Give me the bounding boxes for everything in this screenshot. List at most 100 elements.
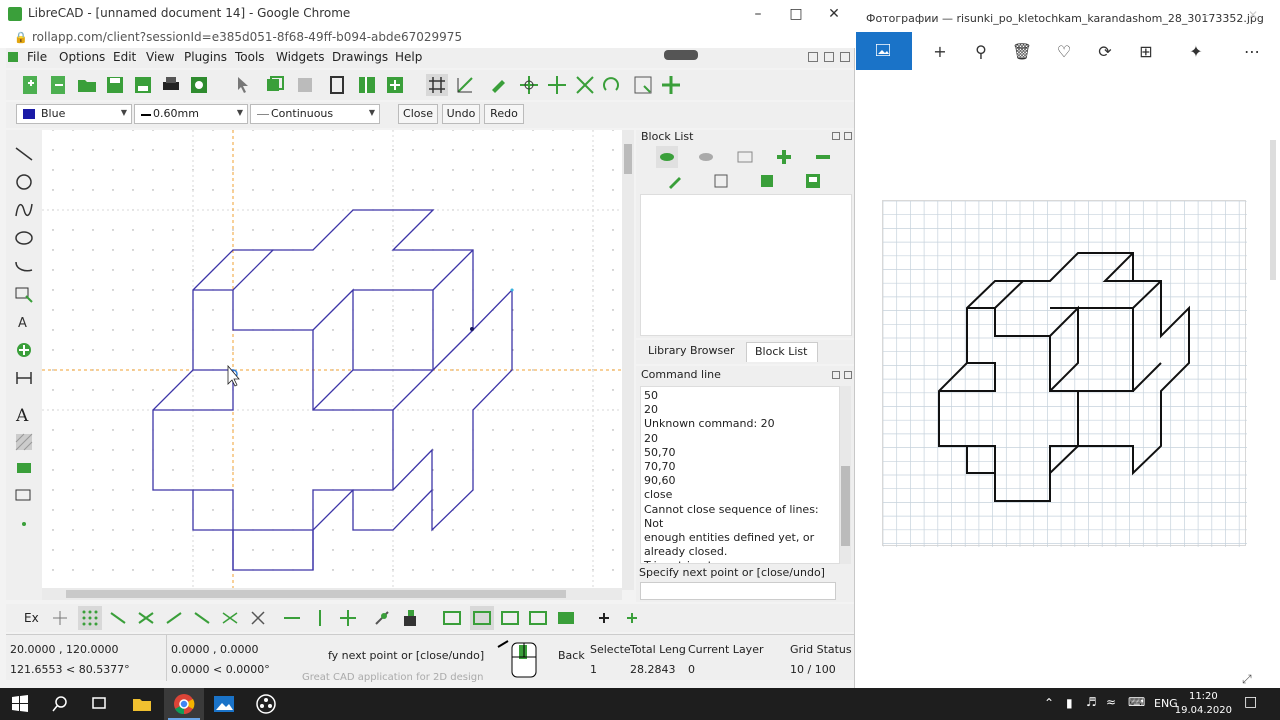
snap-entity-icon[interactable] xyxy=(136,608,156,628)
dock-float-icon[interactable] xyxy=(832,371,840,379)
view-4-icon[interactable] xyxy=(528,608,548,628)
menu-edit[interactable]: Edit xyxy=(113,50,136,64)
rollapp-handle-icon[interactable] xyxy=(664,50,698,60)
view-2-icon[interactable] xyxy=(470,606,494,630)
canvas-horizontal-scrollbar[interactable] xyxy=(42,588,622,600)
task-view-icon[interactable] xyxy=(88,692,112,716)
edit-effects-icon[interactable]: ✦ xyxy=(1184,40,1208,64)
volume-icon[interactable]: ♬ xyxy=(1086,695,1097,709)
block-edit-icon[interactable] xyxy=(384,74,406,96)
view-5-icon[interactable] xyxy=(556,608,576,628)
modify-tool-icon[interactable] xyxy=(14,340,34,360)
dock-float-icon[interactable] xyxy=(832,132,840,140)
menu-view[interactable]: View xyxy=(146,50,174,64)
obs-icon[interactable] xyxy=(254,692,278,716)
print-preview-icon[interactable] xyxy=(188,74,210,96)
battery-icon[interactable]: ▮ xyxy=(1066,696,1073,710)
save-icon[interactable] xyxy=(104,74,126,96)
grid-toggle-icon[interactable] xyxy=(426,74,448,96)
text-tool-icon[interactable]: A xyxy=(14,312,34,332)
edit-block-icon[interactable] xyxy=(664,170,686,192)
copy-icon[interactable] xyxy=(264,74,286,96)
hscroll-thumb[interactable] xyxy=(66,590,566,598)
draft-mode-icon[interactable] xyxy=(454,74,476,96)
dock-close-icon[interactable] xyxy=(844,132,852,140)
hide-block-icon[interactable] xyxy=(695,146,717,168)
more-icon[interactable]: ⋯ xyxy=(1240,40,1264,64)
line-type-select[interactable]: Continuous ▼ xyxy=(250,104,380,124)
lock-relative-zero-icon[interactable] xyxy=(400,608,420,628)
search-icon[interactable] xyxy=(48,692,72,716)
crop-icon[interactable]: ⊞ xyxy=(1134,40,1158,64)
file-explorer-icon[interactable] xyxy=(130,692,154,716)
menu-plugins[interactable]: Plugins xyxy=(184,50,227,64)
clock[interactable]: 11:20 19.04.2020 xyxy=(1175,690,1232,718)
favorite-icon[interactable]: ♡ xyxy=(1052,40,1076,64)
snap-endpoint-icon[interactable] xyxy=(108,608,128,628)
polyline-tool-icon[interactable] xyxy=(14,256,34,276)
relative-zero-icon[interactable] xyxy=(372,608,392,628)
create-block-icon[interactable] xyxy=(710,170,732,192)
image-tool-icon[interactable] xyxy=(14,458,34,478)
command-scroll-thumb[interactable] xyxy=(841,466,850,546)
undo-button[interactable]: Undo xyxy=(442,104,480,124)
select-pointer-icon[interactable] xyxy=(232,74,254,96)
menu-file[interactable]: File xyxy=(27,50,47,64)
text-a-icon[interactable]: A xyxy=(14,404,34,424)
tab-block-list[interactable]: Block List xyxy=(746,342,818,362)
url-text[interactable]: rollapp.com/client?sessionId=e385d051-8f… xyxy=(32,30,462,44)
snap-distance-icon[interactable] xyxy=(220,608,240,628)
minimize-icon[interactable]: – xyxy=(744,4,772,24)
menu-options[interactable]: Options xyxy=(59,50,105,64)
view-3-icon[interactable] xyxy=(500,608,520,628)
drawing-canvas[interactable] xyxy=(42,130,622,588)
add-view-icon[interactable] xyxy=(596,608,616,628)
snap-grid-icon[interactable] xyxy=(78,606,102,630)
circle-tool-icon[interactable] xyxy=(14,172,34,192)
show-block-icon[interactable] xyxy=(656,146,678,168)
menu-widgets[interactable]: Widgets xyxy=(276,50,325,64)
color-select[interactable]: Blue ▼ xyxy=(16,104,132,124)
add-block-icon[interactable] xyxy=(773,146,795,168)
curve-tool-icon[interactable] xyxy=(14,200,34,220)
keyboard-icon[interactable]: ⌨ xyxy=(1128,695,1145,709)
cut-icon[interactable] xyxy=(294,74,316,96)
notifications-icon[interactable]: □ xyxy=(1244,694,1257,710)
restrict-vertical-icon[interactable] xyxy=(310,608,330,628)
add-view-green-icon[interactable] xyxy=(624,608,644,628)
menu-tools[interactable]: Tools xyxy=(235,50,265,64)
point-tool-icon[interactable] xyxy=(14,514,34,534)
photos-app-icon[interactable] xyxy=(212,692,236,716)
address-bar[interactable]: 🔒 rollapp.com/client?sessionId=e385d051-… xyxy=(0,28,855,48)
block-insert-icon[interactable] xyxy=(356,74,378,96)
close-polyline-button[interactable]: Close xyxy=(398,104,438,124)
mdi-close-icon[interactable] xyxy=(840,52,850,62)
open-file-icon[interactable] xyxy=(76,74,98,96)
windows-start-icon[interactable] xyxy=(8,692,32,716)
close-icon[interactable]: ✕ xyxy=(820,4,848,24)
menu-help[interactable]: Help xyxy=(395,50,422,64)
menu-drawings[interactable]: Drawings xyxy=(332,50,388,64)
mdi-restore-icon[interactable] xyxy=(824,52,834,62)
select-tool-icon[interactable] xyxy=(14,284,34,304)
tab-library-browser[interactable]: Library Browser xyxy=(640,342,744,362)
print-icon[interactable] xyxy=(160,74,182,96)
zoom-pan-icon[interactable] xyxy=(660,74,682,96)
zoom-out-icon[interactable] xyxy=(546,74,568,96)
rotate-icon[interactable]: ⟳ xyxy=(1093,40,1117,64)
rename-block-icon[interactable] xyxy=(734,146,756,168)
restrict-horizontal-icon[interactable] xyxy=(282,608,302,628)
save-block-icon[interactable] xyxy=(756,170,778,192)
snap-intersection-icon[interactable] xyxy=(248,608,268,628)
snap-free-icon[interactable] xyxy=(50,608,70,628)
photos-minimize-icon[interactable]: – xyxy=(1204,8,1210,22)
paste-icon[interactable] xyxy=(326,74,348,96)
zoom-icon[interactable]: ⚲ xyxy=(969,40,993,64)
photos-image-tab[interactable] xyxy=(856,32,912,70)
redo-button[interactable]: Redo xyxy=(484,104,524,124)
dimension-tool-icon[interactable] xyxy=(14,368,34,388)
redraw-icon[interactable] xyxy=(488,74,510,96)
zoom-window-icon[interactable] xyxy=(632,74,654,96)
fullscreen-icon[interactable]: ⤢ xyxy=(1242,672,1252,687)
zoom-previous-icon[interactable] xyxy=(602,74,624,96)
